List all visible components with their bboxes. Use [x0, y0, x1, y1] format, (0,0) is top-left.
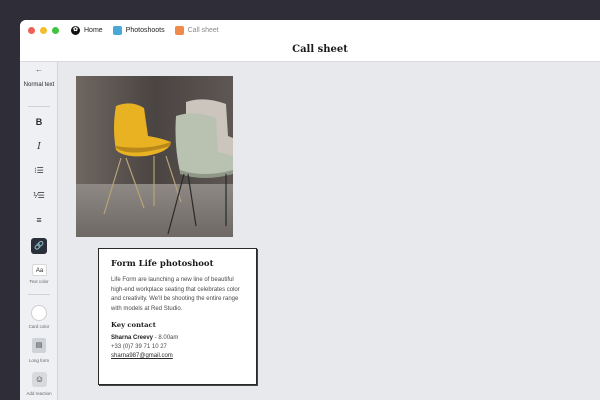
- card-color-button[interactable]: [31, 305, 47, 321]
- note-card[interactable]: Form Life photoshoot Life Form are launc…: [98, 248, 257, 385]
- contact-email-link[interactable]: sharna987@gmail.com: [111, 353, 173, 359]
- board-icon: [174, 25, 184, 35]
- contact-line: Sharna Creevy - 8.00am: [111, 334, 244, 343]
- format-toolbar: ← Normal text B I ⁝☰ ⅟☰ ≡ 🔗 Aa Text colo…: [20, 62, 58, 400]
- card-color-label: Card color: [28, 324, 50, 329]
- window-controls: [20, 26, 59, 34]
- card-title: Form Life photoshoot: [111, 259, 214, 269]
- contact-phone: +33 (0)7 39 71 10 27: [111, 344, 167, 350]
- text-color-button[interactable]: Aa: [32, 264, 47, 276]
- add-reaction-label: Add reaction: [26, 391, 52, 396]
- breadcrumb-photoshoots-label: Photoshoots: [125, 26, 165, 34]
- card-body: Life Form are launching a new line of be…: [111, 277, 240, 312]
- chairs-photo[interactable]: [76, 76, 233, 237]
- page-title: Call sheet: [292, 44, 348, 55]
- app-window: ✿ Home Photoshoots Call sheet Call sheet…: [20, 20, 600, 400]
- breadcrumb-photoshoots[interactable]: Photoshoots: [112, 25, 165, 35]
- breadcrumb-current-label: Call sheet: [187, 26, 219, 34]
- toolbar-divider: [28, 106, 50, 107]
- close-window-button[interactable]: [28, 26, 35, 34]
- home-icon: ✿: [71, 25, 80, 35]
- minimize-window-button[interactable]: [40, 26, 47, 34]
- link-icon[interactable]: 🔗: [31, 238, 47, 254]
- text-color-label: Text color: [29, 279, 49, 284]
- back-arrow-icon[interactable]: ←: [20, 65, 58, 74]
- bullet-list-icon[interactable]: ⁝☰: [20, 166, 58, 175]
- breadcrumb-home-label: Home: [84, 26, 103, 34]
- breadcrumb-home[interactable]: ✿ Home: [71, 25, 103, 35]
- contact-block: Sharna Creevy - 8.00am +33 (0)7 39 71 10…: [111, 334, 244, 361]
- page-header: Call sheet: [20, 40, 600, 62]
- italic-button[interactable]: I: [20, 142, 58, 152]
- board-icon: [112, 25, 122, 35]
- long-form-icon[interactable]: ▤: [32, 338, 46, 353]
- title-bar: ✿ Home Photoshoots Call sheet: [20, 20, 600, 40]
- contact-name: Sharna Creevy: [111, 335, 154, 341]
- toolbar-divider: [28, 294, 50, 295]
- maximize-window-button[interactable]: [52, 26, 59, 34]
- long-form-label: Long form: [28, 358, 50, 363]
- breadcrumb-call-sheet[interactable]: Call sheet: [174, 25, 219, 35]
- key-contact-heading: Key contact: [111, 321, 156, 329]
- breadcrumb: ✿ Home Photoshoots Call sheet: [71, 25, 229, 35]
- text-style-dropdown[interactable]: Normal text: [20, 82, 58, 89]
- contact-time: - 8.00am: [153, 335, 179, 341]
- align-icon[interactable]: ≡: [20, 215, 58, 225]
- chairs-image: [76, 76, 233, 237]
- add-reaction-icon[interactable]: ☺: [32, 372, 47, 387]
- numbered-list-icon[interactable]: ⅟☰: [20, 191, 58, 200]
- bold-button[interactable]: B: [20, 117, 58, 127]
